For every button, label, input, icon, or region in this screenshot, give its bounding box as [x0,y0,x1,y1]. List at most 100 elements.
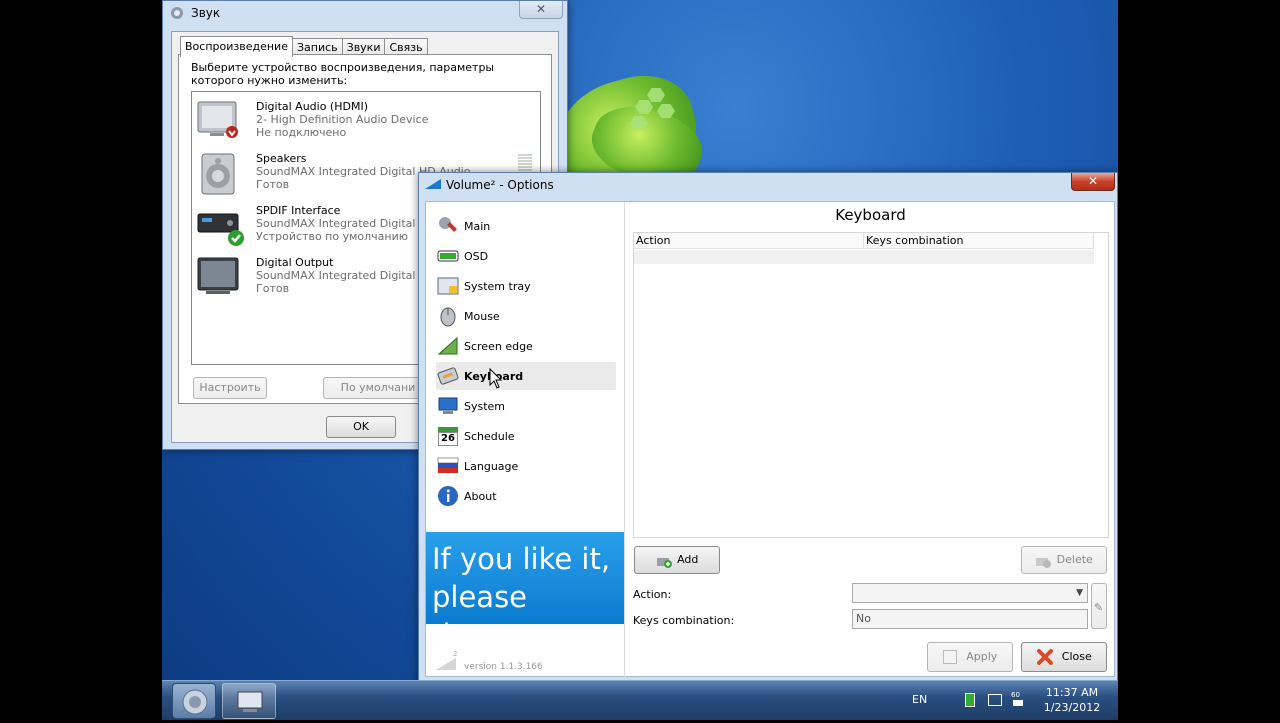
nav-label: System [464,399,506,413]
app-logo-icon: 2 [436,650,460,670]
set-default-button[interactable]: По умолчани [323,377,433,399]
clock-date: 1/23/2012 [1043,701,1101,714]
action-dropdown[interactable]: ▼ [852,583,1088,603]
nav-item-system-tray[interactable]: System tray [436,272,616,300]
device-driver: SoundMAX Integrated Digital HD [256,217,436,230]
monitor-disconnected-icon [196,100,240,140]
battery-icon[interactable] [965,693,975,707]
nav-label: Main [464,219,491,233]
nav-label: OSD [464,249,489,263]
info-icon [436,485,460,507]
device-name: Speakers [256,152,307,165]
volume-tray-icon[interactable]: 60 [1011,691,1025,709]
delete-label: Delete [1056,553,1093,566]
device-status: Не подключено [256,126,347,139]
device-name: Digital Audio (HDMI) [256,100,368,113]
panel-title: Keyboard [835,206,906,224]
nav-label: Screen edge [464,339,533,353]
volume-options-window: Volume² - Options ✕ Main OSD System tray… [418,172,1118,682]
nav-item-osd[interactable]: OSD [436,242,616,270]
nav-item-keyboard[interactable]: Keyboard [436,362,616,390]
speaker-device-icon [196,152,240,195]
donate-banner[interactable]: If you like it, please donate [426,532,624,652]
version-label: version 1.1.3.166 [464,662,543,672]
playback-description: Выберите устройство воспроизведения, пар… [191,61,495,87]
nav-label: System tray [464,279,531,293]
nav-label: Mouse [464,309,500,323]
mouse-cursor-icon [489,367,503,390]
configure-button[interactable]: Настроить [193,377,267,399]
hotkeys-table[interactable]: Action Keys combination [633,232,1109,538]
taskbar: EN 60 11:37 AM 1/23/2012 [162,680,1118,720]
calendar-icon: 26 [436,425,460,447]
tab-playback[interactable]: Воспроизведение [180,36,293,57]
device-item-hdmi[interactable]: Digital Audio (HDMI) 2- High Definition … [194,96,534,146]
add-button[interactable]: Add [634,546,720,574]
nav-label: Schedule [464,429,515,443]
apply-icon [942,650,957,664]
nav-item-schedule[interactable]: 26 Schedule [436,422,616,450]
close-icon [1036,648,1054,666]
device-status: Устройство по умолчанию [256,230,409,243]
delete-icon [1035,553,1053,568]
volume-taskbar-button[interactable] [222,683,276,719]
clock-time: 11:37 AM [1045,686,1099,699]
osd-bar-icon [436,245,460,267]
edit-hotkey-button[interactable]: ✎ [1091,583,1107,629]
volume-titlebar: Volume² - Options [419,173,1117,197]
clock[interactable]: 11:37 AM 1/23/2012 [1042,685,1102,715]
nav-item-language[interactable]: Language [436,452,616,480]
volume-logo-icon [425,178,441,192]
nav-item-mouse[interactable]: Mouse [436,302,616,330]
language-indicator[interactable]: EN [912,693,927,706]
nav-item-system[interactable]: System [436,392,616,420]
nav-item-main[interactable]: Main [436,212,616,240]
tray-icon [436,275,460,297]
action-label: Action: [633,588,672,601]
spdif-default-icon [196,204,244,246]
computer-icon [436,395,460,417]
options-nav: Main OSD System tray Mouse Screen edge K… [426,202,624,532]
keyboard-icon [436,365,460,387]
options-body: Main OSD System tray Mouse Screen edge K… [425,201,1116,678]
sound-titlebar: Звук [163,1,567,25]
delete-button[interactable]: Delete [1021,546,1107,574]
column-action[interactable]: Action [634,233,864,248]
monitor-icon [196,256,240,296]
keyboard-panel: Keyboard Action Keys combination Add Del… [624,202,1116,678]
apply-label: Apply [966,650,998,663]
screen-edge-icon [436,335,460,357]
nav-item-about[interactable]: About [436,482,616,510]
apply-button[interactable]: Apply [927,642,1013,672]
speaker-icon [169,6,185,20]
volume-close-button[interactable]: ✕ [1071,173,1115,191]
device-name: Digital Output [256,256,334,269]
network-icon[interactable] [988,694,1002,706]
keys-combination-label: Keys combination: [633,614,735,627]
volume-tray-number: 60 [1011,691,1020,699]
device-name: SPDIF Interface [256,204,341,217]
mouse-icon [436,305,460,327]
flag-icon [436,455,460,477]
keys-combination-field[interactable]: No [852,609,1088,629]
table-header: Action Keys combination [634,233,1094,249]
ok-button[interactable]: OK [326,416,396,438]
table-row[interactable] [634,250,1094,264]
tools-icon [436,215,460,237]
device-status: Готов [256,282,290,295]
device-driver: SoundMAX Integrated Digital HD [256,269,436,282]
add-label: Add [677,553,699,566]
column-keys[interactable]: Keys combination [864,233,1094,248]
chevron-down-icon: ▼ [1076,588,1083,598]
sound-close-button[interactable]: ✕ [519,1,563,19]
close-label: Close [1061,650,1092,663]
calendar-day: 26 [438,431,458,446]
nav-label: Language [464,459,519,473]
sound-taskbar-button[interactable] [172,683,216,719]
device-driver: 2- High Definition Audio Device [256,113,429,126]
sound-title: Звук [191,6,221,20]
close-button[interactable]: Close [1021,642,1107,672]
logo-superscript: 2 [453,650,458,658]
nav-item-screen-edge[interactable]: Screen edge [436,332,616,360]
add-icon [656,553,674,568]
